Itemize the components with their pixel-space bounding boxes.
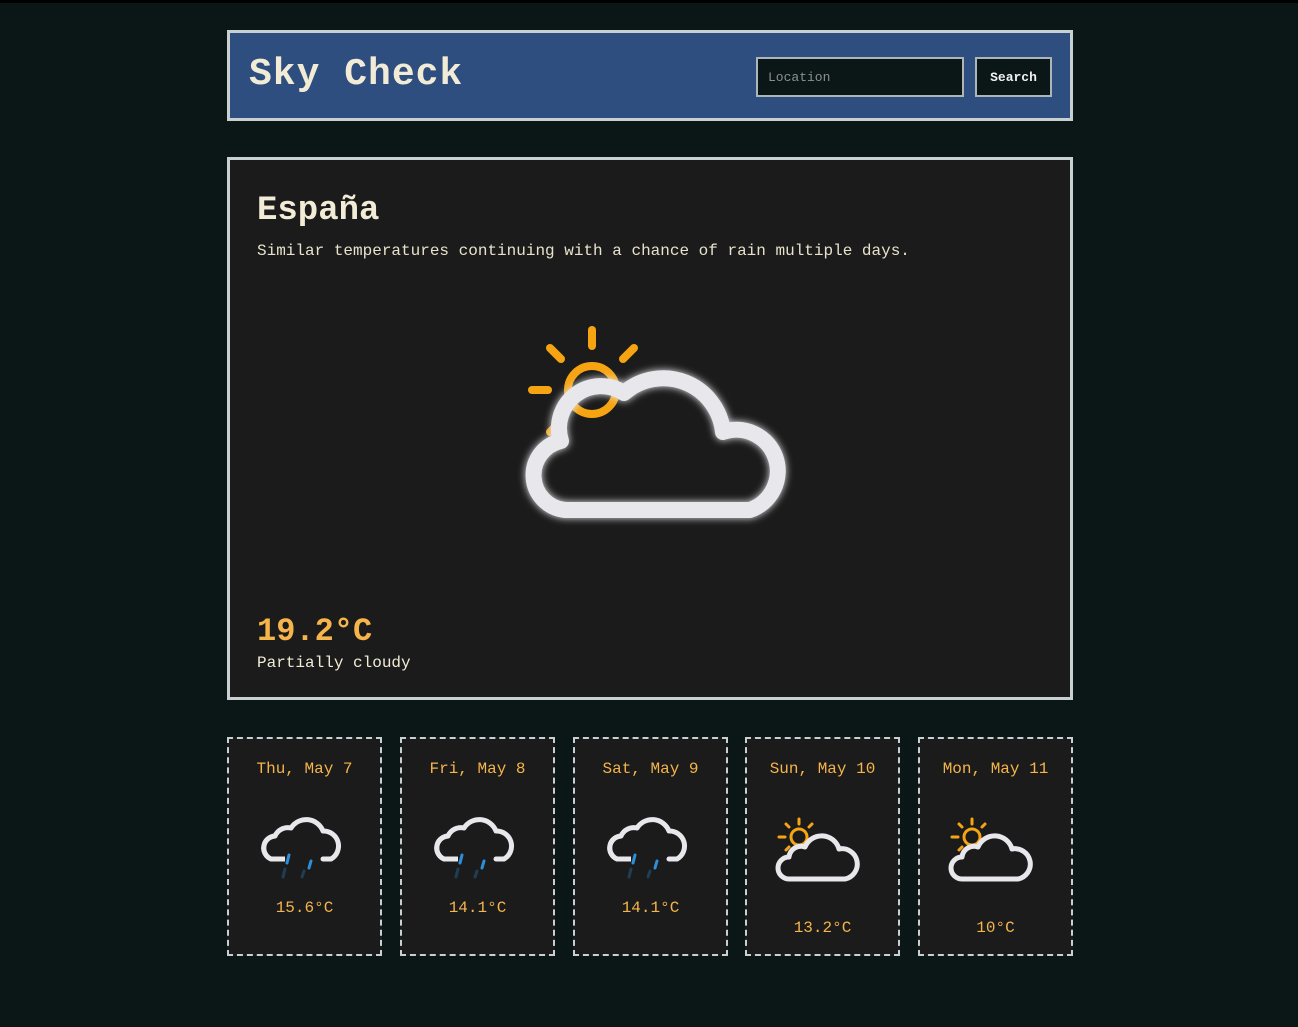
forecast-card: Fri, May 8 14.1°C bbox=[400, 737, 555, 956]
partly-cloudy-icon bbox=[525, 326, 786, 518]
weather-summary: Similar temperatures continuing with a c… bbox=[257, 242, 910, 260]
forecast-temperature: 14.1°C bbox=[621, 899, 680, 917]
current-condition: Partially cloudy bbox=[257, 654, 411, 672]
forecast-card: Sun, May 10 13.2°C bbox=[745, 737, 900, 956]
app-title: Sky Check bbox=[249, 53, 464, 96]
forecast-temperature: 14.1°C bbox=[448, 899, 507, 917]
forecast-card: Sat, May 9 14.1°C bbox=[573, 737, 728, 956]
current-weather-panel: España Similar temperatures continuing w… bbox=[227, 157, 1073, 700]
forecast-date: Mon, May 11 bbox=[942, 760, 1049, 778]
app-header: Sky Check Search bbox=[227, 30, 1073, 121]
forecast-date: Sun, May 10 bbox=[769, 760, 876, 778]
forecast-temperature: 10°C bbox=[976, 919, 1015, 937]
forecast-temperature: 13.2°C bbox=[793, 919, 852, 937]
location-search-input[interactable] bbox=[756, 57, 964, 97]
forecast-card: Thu, May 7 15.6°C bbox=[227, 737, 382, 956]
forecast-date: Fri, May 8 bbox=[429, 760, 526, 778]
forecast-temperature: 15.6°C bbox=[275, 899, 334, 917]
forecast-card: Mon, May 11 10°C bbox=[918, 737, 1073, 956]
current-temperature: 19.2°C bbox=[257, 613, 373, 650]
search-button[interactable]: Search bbox=[975, 57, 1052, 97]
partly-cloudy-icon bbox=[948, 817, 1033, 882]
forecast-date: Thu, May 7 bbox=[256, 760, 353, 778]
partly-cloudy-icon bbox=[775, 817, 860, 882]
rain-icon bbox=[434, 817, 515, 879]
rain-icon bbox=[607, 817, 688, 879]
location-name: España bbox=[257, 192, 380, 230]
forecast-date: Sat, May 9 bbox=[602, 760, 699, 778]
rain-icon bbox=[261, 817, 342, 879]
